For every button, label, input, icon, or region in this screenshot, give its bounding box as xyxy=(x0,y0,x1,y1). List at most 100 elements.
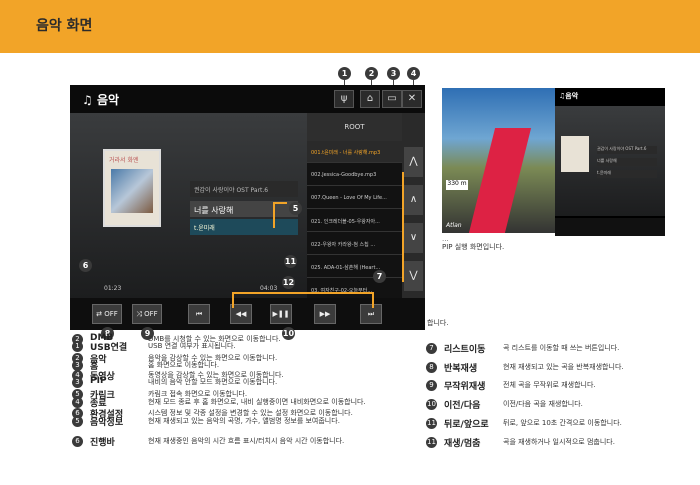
play-pause-button[interactable]: ▶❚❚ xyxy=(270,304,292,324)
description-text: 곡 리스트를 이동할 때 쓰는 버튼입니다. xyxy=(503,344,620,352)
playlist: ROOT 001.t윤미래 - 너를 사랑해.mp3 002.Jessica-G… xyxy=(307,113,402,301)
app-title-text: 음악 xyxy=(96,93,120,107)
playlist-header: ROOT xyxy=(307,113,402,141)
callout-10: 10 xyxy=(282,327,295,340)
album-header: 거라서 화엔 xyxy=(109,157,139,164)
pip-body: 권갑이 사랑이야 OST Part.6 너를 사랑해 t.윤미래 xyxy=(555,106,665,216)
callout-3: 3 xyxy=(387,67,400,80)
now-playing-panel: 거라서 화엔 권갑이 사랑이야 OST Part.6 너를 사랑해 t.윤미래 … xyxy=(70,113,307,302)
callout-1: 1 xyxy=(338,67,351,80)
pip-control-bar xyxy=(555,218,665,236)
time-total: 04:03 xyxy=(260,285,278,292)
list-item[interactable]: 001.t윤미래 - 너를 사랑해.mp3 xyxy=(307,141,402,163)
repeat-icon: ⇄ xyxy=(96,310,103,318)
navigation-brand: Atlan xyxy=(446,222,462,229)
music-note-icon: ♫ xyxy=(82,93,93,107)
page-header: 음악 화면 xyxy=(0,0,700,53)
highlight-line xyxy=(372,292,374,308)
album-image xyxy=(111,169,153,213)
distance-badge: 330 m xyxy=(446,180,468,190)
description-number: 7 xyxy=(426,343,437,354)
pip-caption: PIP 실행 화면입니다. xyxy=(442,243,505,251)
callout-6: 6 xyxy=(79,259,92,272)
album-name: 권갑이 사랑이야 OST Part.6 xyxy=(190,181,298,197)
shuffle-button[interactable]: ⤨ OFF xyxy=(132,304,162,324)
description-number: 4 xyxy=(72,397,83,408)
pip-title-text: 음악 xyxy=(565,92,579,100)
highlight-line xyxy=(402,172,404,282)
album-art: 거라서 화엔 xyxy=(103,149,161,227)
description-number: 9 xyxy=(426,380,437,391)
list-scroll-controls: ⋀ ∧ ∨ ⋁ xyxy=(402,113,425,298)
side-text: 합니다. xyxy=(427,319,449,327)
shuffle-label: OFF xyxy=(144,310,158,318)
description-number: 3 xyxy=(72,377,83,388)
description-term: 이전/다음 xyxy=(444,401,481,411)
down-button[interactable]: ∨ xyxy=(404,223,423,253)
description-text: 현재 재생되고 있는 곡을 반복재생합니다. xyxy=(503,363,624,371)
description-text: 전체 곡을 무작위로 재생합니다. xyxy=(503,381,596,389)
callout-4: 4 xyxy=(407,67,420,80)
artist-name: t.윤미래 xyxy=(190,219,298,235)
description-text: USB 연결 여부가 표시됩니다. xyxy=(148,342,236,350)
highlight-line xyxy=(232,292,234,308)
highlight-line xyxy=(273,202,275,228)
description-term: 음악정보 xyxy=(90,418,124,428)
title-bar: ♫ 음악 ψ ⌂ ▭ ✕ xyxy=(70,85,425,113)
description-number: 1 xyxy=(72,341,83,352)
description-text: 현재 모드 종료 후 홈 화면으로, 내비 실행중이면 내비화면으로 이동합니다… xyxy=(148,398,366,406)
description-term: PIP xyxy=(90,376,107,386)
highlight-line xyxy=(273,202,287,204)
pip-title: ♫음악 xyxy=(559,91,578,101)
description-term: 뒤로/앞으로 xyxy=(444,420,489,430)
description-text: 홈 화면으로 이동합니다. xyxy=(148,361,220,369)
list-item[interactable]: 007.Queen - Love Of My Life... xyxy=(307,187,402,209)
map-road xyxy=(468,128,532,233)
pip-album-name: 권갑이 사랑이야 OST Part.6 xyxy=(597,146,657,154)
description-number: 6 xyxy=(72,436,83,447)
description-text: 곡을 재생하거나 일시적으로 멈춥니다. xyxy=(503,438,615,446)
pip-artist: t.윤미래 xyxy=(597,170,657,178)
callout-12: 12 xyxy=(282,276,295,289)
callout-7: 7 xyxy=(373,270,386,283)
page-up-button[interactable]: ⋀ xyxy=(404,147,423,177)
description-number: 11 xyxy=(426,437,437,448)
time-current: 01:23 xyxy=(104,285,122,292)
description-text: 현재 재생중인 음악의 시간 흐름 표시/터치시 음악 시간 이동합니다. xyxy=(148,437,345,445)
callout-5: 5 xyxy=(289,202,302,215)
pip-song-title: 너를 사랑해 xyxy=(597,158,657,166)
description-term: 반복재생 xyxy=(444,364,478,374)
description-term: 리스트이동 xyxy=(444,345,486,355)
highlight-line xyxy=(232,292,372,294)
list-item[interactable]: 021. 인크레더블-05-우왕자아... xyxy=(307,210,402,232)
description-text: 현재 재생되고 있는 음악의 곡명, 가수, 앨범명 정보를 보여줍니다. xyxy=(148,417,340,425)
description-text: 뒤로, 앞으로 10초 간격으로 이동합니다. xyxy=(503,419,622,427)
description-number: 5 xyxy=(72,416,83,427)
previous-button[interactable]: ⏮ xyxy=(188,304,210,324)
pip-window: ♫음악 권갑이 사랑이야 OST Part.6 너를 사랑해 t.윤미래 xyxy=(555,88,665,236)
callout-2: 2 xyxy=(365,67,378,80)
forward-button[interactable]: ▶▶ xyxy=(314,304,336,324)
next-button[interactable]: ⏭ xyxy=(360,304,382,324)
app-title: ♫ 음악 xyxy=(82,91,119,108)
description-term: 진행바 xyxy=(90,438,115,448)
pip-album-art xyxy=(561,136,589,172)
navigation-screenshot xyxy=(442,88,555,233)
repeat-label: OFF xyxy=(104,310,118,318)
home-button[interactable]: ⌂ xyxy=(360,90,380,108)
repeat-button[interactable]: ⇄ OFF xyxy=(92,304,122,324)
callout-11: 11 xyxy=(284,255,297,268)
list-item[interactable]: 022-우왕자 카라왕-첨 스칩 ... xyxy=(307,233,402,255)
usb-icon: ψ xyxy=(334,90,354,108)
list-item[interactable]: 025. ADA-01-삼촌해 (Heart... xyxy=(307,256,402,278)
list-item[interactable]: 002.Jessica-Goodbye.mp3 xyxy=(307,164,402,186)
description-number: 10 xyxy=(426,399,437,410)
description-text: 이전/다음 곡을 재생합니다. xyxy=(503,400,583,408)
up-button[interactable]: ∧ xyxy=(404,185,423,215)
description-number: 8 xyxy=(426,362,437,373)
close-button[interactable]: ✕ xyxy=(402,90,422,108)
pip-button[interactable]: ▭ xyxy=(382,90,402,108)
page-down-button[interactable]: ⋁ xyxy=(404,261,423,291)
description-number: 11 xyxy=(426,418,437,429)
page-title: 음악 화면 xyxy=(36,18,93,34)
